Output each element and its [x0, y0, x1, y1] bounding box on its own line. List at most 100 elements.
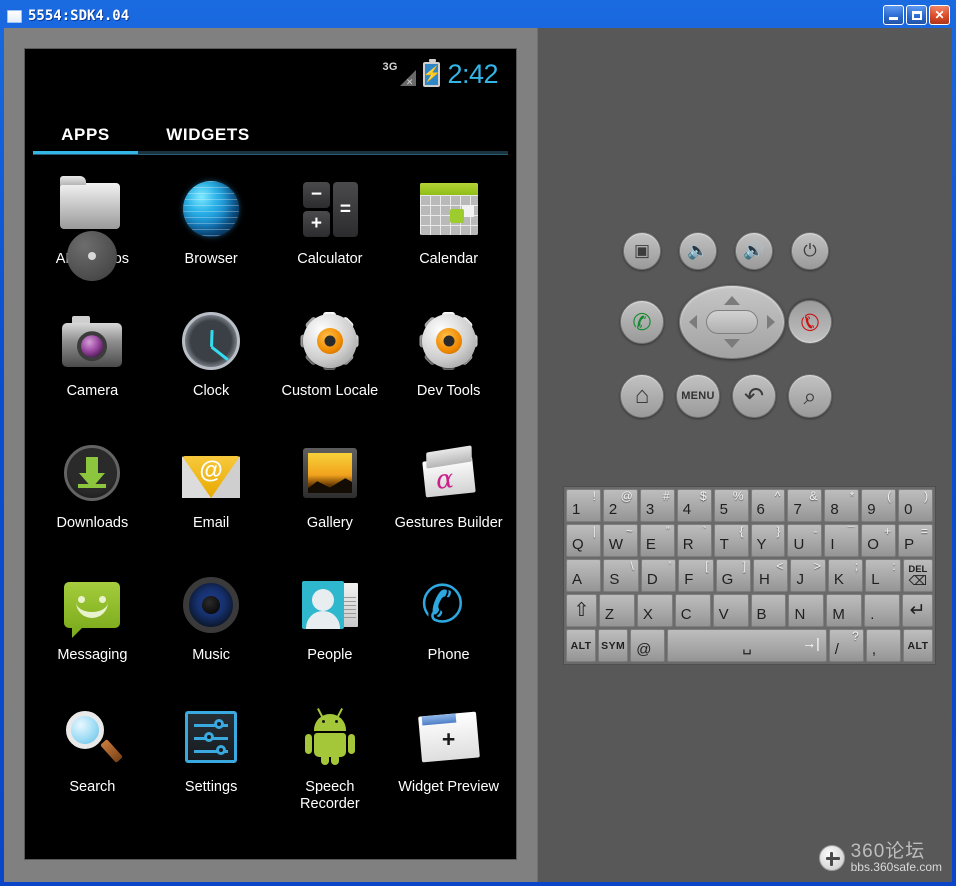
app-item-gallery[interactable]: Gallery — [271, 433, 390, 565]
key-u[interactable]: U- — [787, 524, 823, 557]
key-0[interactable]: 0) — [898, 489, 934, 522]
key-label: D — [646, 571, 658, 588]
tab-active-indicator — [33, 151, 138, 154]
menu-button[interactable]: MENU — [676, 374, 720, 418]
key-a[interactable]: A — [566, 559, 602, 592]
key-5[interactable]: 5% — [713, 489, 749, 522]
back-button[interactable]: ↶ — [732, 374, 776, 418]
key-shift[interactable]: ⇧ — [566, 594, 597, 627]
app-item-api-demos[interactable]: API Demos — [33, 169, 152, 301]
key-n[interactable]: N — [788, 594, 825, 627]
home-button[interactable]: ⌂ — [620, 374, 664, 418]
dpad-down-icon[interactable] — [724, 339, 740, 348]
power-button[interactable]: ⏻ — [791, 232, 829, 270]
key-x[interactable]: X — [636, 594, 673, 627]
key-j[interactable]: J > — [790, 559, 826, 592]
volume-down-button[interactable]: 🔈 — [679, 232, 717, 270]
search-button[interactable]: ⌕ — [788, 374, 832, 418]
key-f[interactable]: F[ — [678, 559, 714, 592]
keyboard-row-home: A S \ D’ F[ G] H < J > K; L: DEL ⌫ — [566, 559, 934, 592]
app-item-settings[interactable]: Settings — [152, 697, 271, 829]
app-item-camera[interactable]: Camera — [33, 301, 152, 433]
key-period[interactable]: . — [864, 594, 901, 627]
app-item-music[interactable]: Music — [152, 565, 271, 697]
dpad-up-icon[interactable] — [724, 296, 740, 305]
app-item-phone[interactable]: ✆ Phone — [389, 565, 508, 697]
title-bar[interactable]: 5554:SDK4.04 ✕ — [4, 4, 952, 28]
app-item-email[interactable]: @ Email — [152, 433, 271, 565]
key-v[interactable]: V — [712, 594, 749, 627]
app-item-messaging[interactable]: Messaging — [33, 565, 152, 697]
key-space[interactable]: ␣ →| — [667, 629, 827, 662]
key-p[interactable]: P = — [898, 524, 934, 557]
close-button[interactable]: ✕ — [929, 5, 950, 25]
tab-apps[interactable]: APPS — [33, 125, 138, 145]
key-3[interactable]: 3 # — [639, 489, 675, 522]
dpad-right-icon[interactable] — [767, 315, 775, 329]
key-l[interactable]: L: — [865, 559, 901, 592]
app-item-dev-tools[interactable]: Dev Tools — [389, 301, 508, 433]
key-w[interactable]: W ~ — [602, 524, 638, 557]
app-item-downloads[interactable]: Downloads — [33, 433, 152, 565]
call-button[interactable]: ✆ — [620, 300, 664, 344]
key-d[interactable]: D’ — [640, 559, 677, 592]
app-item-browser[interactable]: Browser — [152, 169, 271, 301]
app-item-clock[interactable]: Clock — [152, 301, 271, 433]
tab-widgets[interactable]: WIDGETS — [138, 125, 278, 145]
key-sym[interactable]: SYM — [598, 629, 629, 662]
dpad-left-icon[interactable] — [689, 315, 697, 329]
key-h[interactable]: H < — [753, 559, 789, 592]
key-s[interactable]: S \ — [603, 559, 639, 592]
key-at[interactable]: @ — [630, 629, 666, 662]
key-r[interactable]: R ` — [676, 524, 712, 557]
key-alt-left[interactable]: ALT — [566, 629, 597, 662]
end-call-button[interactable]: ✆ — [788, 300, 832, 344]
key-4[interactable]: 4 $ — [676, 489, 712, 522]
key-alt-right[interactable]: ALT — [902, 629, 934, 662]
app-item-people[interactable]: People — [271, 565, 390, 697]
key-alt-label: < — [776, 559, 784, 573]
app-item-calculator[interactable]: − + = Calculator — [271, 169, 390, 301]
dpad[interactable] — [679, 285, 785, 359]
key-t[interactable]: T{ — [713, 524, 749, 557]
key-slash[interactable]: /? — [828, 629, 864, 662]
app-item-speech-recorder[interactable]: Speech Recorder — [271, 697, 390, 829]
key-1[interactable]: 1! — [566, 489, 601, 522]
camera-button[interactable]: ▣ — [623, 232, 661, 270]
key-i[interactable]: I ¯ — [824, 524, 860, 557]
key-o[interactable]: O + — [861, 524, 897, 557]
app-item-custom-locale[interactable]: Custom Locale — [271, 301, 390, 433]
key-7[interactable]: 7 & — [787, 489, 823, 522]
key-k[interactable]: K; — [827, 559, 864, 592]
key-alt-label: ` — [702, 524, 707, 538]
emulator-screen[interactable]: 3G ✕ ⚡ 2:42 APPS WIDGETS Browser − + = C… — [24, 48, 517, 860]
key-q[interactable]: Q | — [566, 524, 601, 557]
key-2[interactable]: 2 @ — [602, 489, 638, 522]
minimize-button[interactable] — [883, 5, 904, 25]
settings-icon — [177, 703, 245, 771]
camera-icon — [58, 307, 126, 375]
app-item-widget-preview[interactable]: + Widget Preview — [389, 697, 508, 829]
key-8[interactable]: 8 * — [824, 489, 860, 522]
key-e[interactable]: E” — [639, 524, 675, 557]
key-enter[interactable]: ↵ — [902, 594, 934, 627]
app-item-calendar[interactable]: Calendar — [389, 169, 508, 301]
maximize-button[interactable] — [906, 5, 927, 25]
key-alt-label: ! — [592, 489, 596, 503]
app-item-gestures-builder[interactable]: α Gestures Builder — [389, 433, 508, 565]
space-icon: ␣ — [742, 637, 752, 655]
key-6[interactable]: 6 ^ — [750, 489, 786, 522]
key-z[interactable]: Z — [598, 594, 635, 627]
virtual-keyboard[interactable]: 1! 2 @ 3 # 4 $ 5% 6 ^ 7 & 8 * 9( 0) Q | W ~ E” R… — [563, 486, 936, 665]
key-comma[interactable]: , — [865, 629, 901, 662]
volume-up-button[interactable]: 🔊 — [735, 232, 773, 270]
key-c[interactable]: C — [674, 594, 711, 627]
key-b[interactable]: B — [750, 594, 787, 627]
dpad-center-button[interactable] — [706, 310, 758, 334]
key-g[interactable]: G] — [715, 559, 752, 592]
app-item-search[interactable]: Search — [33, 697, 152, 829]
key-delete[interactable]: DEL ⌫ — [902, 559, 934, 592]
key-m[interactable]: M — [826, 594, 863, 627]
key-9[interactable]: 9( — [861, 489, 897, 522]
key-y[interactable]: Y} — [750, 524, 786, 557]
